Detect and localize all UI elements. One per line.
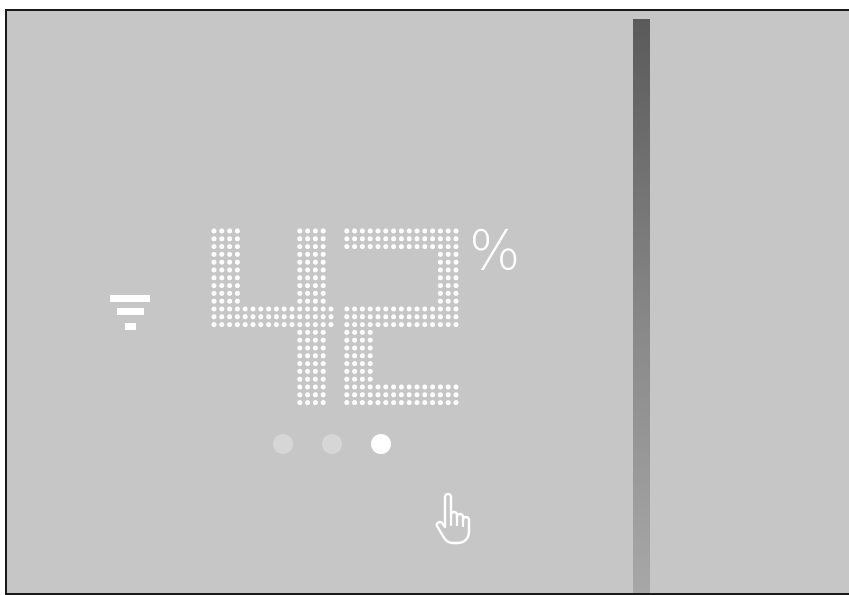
- page-dot-active[interactable]: [371, 434, 391, 454]
- unit-label: %: [469, 219, 521, 282]
- page-dot[interactable]: [273, 434, 293, 454]
- device-frame: 42 %: [5, 9, 849, 595]
- screen-divider: [633, 19, 650, 593]
- filter-icon[interactable]: [110, 295, 150, 335]
- side-panel: [650, 19, 849, 593]
- humidity-value-display: [211, 228, 459, 406]
- hand-pointer-icon: [435, 493, 471, 545]
- thermostat-screen: 42 %: [14, 19, 632, 593]
- page-dot[interactable]: [322, 434, 342, 454]
- page-indicator[interactable]: [273, 434, 391, 454]
